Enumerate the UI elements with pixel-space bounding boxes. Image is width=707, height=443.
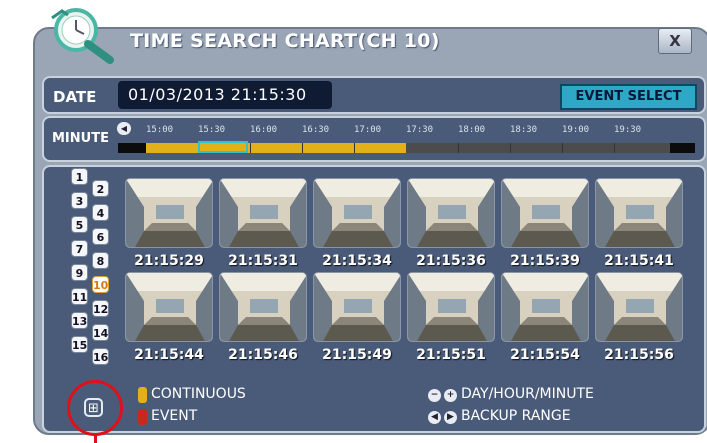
continuous-segment xyxy=(146,143,406,153)
minute-tick: 15:00 xyxy=(146,125,174,135)
timeline-divider xyxy=(250,143,251,153)
timeline-divider xyxy=(562,143,563,153)
camera-thumbnail[interactable] xyxy=(407,272,495,342)
channel-button-7[interactable]: 7 xyxy=(71,240,88,257)
thumbnail-timestamp: 21:15:51 xyxy=(416,347,486,363)
camera-thumbnail[interactable] xyxy=(219,178,307,248)
thumbnail-timestamp: 21:15:29 xyxy=(134,253,204,269)
annotation-circle xyxy=(67,380,123,436)
minute-panel xyxy=(42,116,706,162)
minute-tick: 18:30 xyxy=(510,125,538,135)
plus-icon: + xyxy=(444,389,457,402)
thumbnail-timestamp: 21:15:36 xyxy=(416,253,486,269)
annotation-pointer xyxy=(94,434,97,443)
date-label: DATE xyxy=(53,88,97,106)
camera-thumbnail[interactable] xyxy=(219,272,307,342)
timeline-divider xyxy=(354,143,355,153)
camera-thumbnail[interactable] xyxy=(125,272,213,342)
thumbnail-timestamp: 21:15:49 xyxy=(322,347,392,363)
minute-tick: 18:00 xyxy=(458,125,486,135)
thumbnail-timestamp: 21:15:44 xyxy=(134,347,204,363)
channel-button-11[interactable]: 11 xyxy=(71,288,88,305)
channel-button-12[interactable]: 12 xyxy=(92,300,109,317)
timeline-selection[interactable] xyxy=(198,141,248,153)
channel-button-16[interactable]: 16 xyxy=(92,348,109,365)
search-logo-icon xyxy=(51,8,114,64)
minute-tick: 16:30 xyxy=(302,125,330,135)
channel-button-14[interactable]: 14 xyxy=(92,324,109,341)
minute-tick: 19:30 xyxy=(614,125,642,135)
minute-tick: 16:00 xyxy=(250,125,278,135)
backup-range-legend: BACKUP RANGE xyxy=(461,408,571,424)
thumbnail-timestamp: 21:15:34 xyxy=(322,253,392,269)
camera-thumbnail[interactable] xyxy=(595,272,683,342)
range-end-icon: ▶ xyxy=(444,411,457,424)
minute-tick: 15:30 xyxy=(198,125,226,135)
timeline-divider xyxy=(510,143,511,153)
timeline-divider xyxy=(302,143,303,153)
window-title: TIME SEARCH CHART(CH 10) xyxy=(130,30,440,52)
channel-button-5[interactable]: 5 xyxy=(71,216,88,233)
channel-button-8[interactable]: 8 xyxy=(92,252,109,269)
thumbnail-timestamp: 21:15:31 xyxy=(228,253,298,269)
minus-icon: − xyxy=(428,389,441,402)
channel-button-3[interactable]: 3 xyxy=(71,192,88,209)
channel-button-6[interactable]: 6 xyxy=(92,228,109,245)
thumbnail-timestamp: 21:15:54 xyxy=(510,347,580,363)
minute-tick: 17:00 xyxy=(354,125,382,135)
channel-button-1[interactable]: 1 xyxy=(71,168,88,185)
camera-thumbnail[interactable] xyxy=(595,178,683,248)
range-start-icon: ◀ xyxy=(428,411,441,424)
camera-thumbnail[interactable] xyxy=(501,178,589,248)
rewind-icon[interactable]: ◀ xyxy=(117,122,131,135)
camera-thumbnail[interactable] xyxy=(501,272,589,342)
camera-thumbnail[interactable] xyxy=(313,272,401,342)
date-field[interactable]: 01/03/2013 21:15:30 xyxy=(118,81,332,109)
channel-button-10[interactable]: 10 xyxy=(92,276,109,293)
timeline-divider xyxy=(458,143,459,153)
channel-button-9[interactable]: 9 xyxy=(71,264,88,281)
minute-tick: 17:30 xyxy=(406,125,434,135)
event-legend: EVENT xyxy=(151,408,198,424)
channel-button-4[interactable]: 4 xyxy=(92,204,109,221)
continuous-swatch xyxy=(138,387,147,403)
continuous-legend: CONTINUOUS xyxy=(151,386,246,402)
thumbnail-timestamp: 21:15:39 xyxy=(510,253,580,269)
channel-button-13[interactable]: 13 xyxy=(71,312,88,329)
close-button[interactable]: X xyxy=(658,28,692,54)
thumbnail-timestamp: 21:15:41 xyxy=(604,253,674,269)
camera-thumbnail[interactable] xyxy=(407,178,495,248)
thumbnail-timestamp: 21:15:46 xyxy=(228,347,298,363)
minute-tick: 19:00 xyxy=(562,125,590,135)
event-select-button[interactable]: EVENT SELECT xyxy=(560,84,697,110)
day-hour-minute-legend: DAY/HOUR/MINUTE xyxy=(461,386,594,402)
camera-thumbnail[interactable] xyxy=(313,178,401,248)
thumbnail-timestamp: 21:15:56 xyxy=(604,347,674,363)
channel-button-2[interactable]: 2 xyxy=(92,180,109,197)
event-swatch xyxy=(138,409,147,425)
empty-segment xyxy=(406,143,670,153)
camera-thumbnail[interactable] xyxy=(125,178,213,248)
channel-button-15[interactable]: 15 xyxy=(71,336,88,353)
minute-label: MINUTE xyxy=(52,131,109,146)
timeline-divider xyxy=(614,143,615,153)
